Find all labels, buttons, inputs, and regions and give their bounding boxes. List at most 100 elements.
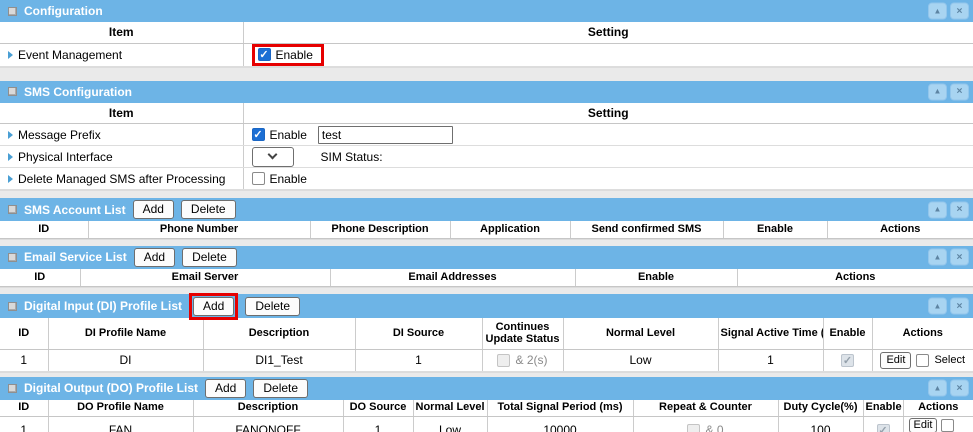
section-title-email-service-list: Email Service List [24,250,127,264]
continues-update-checkbox [497,354,510,367]
item-label-message-prefix: Message Prefix [18,128,101,142]
panel-window-icon [8,253,17,262]
column-header-id: ID [0,221,88,238]
do-total-signal-period-cell: 10000 [487,417,633,432]
section-gap [0,190,973,198]
panel-window-icon [8,87,17,96]
do-table-row: 1 FAN FANONOFF 1 Low 10000 & 0 100 Edit [0,417,973,432]
di-continues-update-cell: & 2(s) [482,349,563,371]
collapse-button[interactable]: ▲ [928,249,947,266]
column-header-setting: Setting [243,22,973,43]
section-gap [0,239,973,246]
email-service-delete-button[interactable]: Delete [182,248,237,267]
section-header-sms-configuration: SMS Configuration ▲ ✕ [0,81,973,103]
column-header-normal-level: Normal Level [413,400,487,417]
close-button[interactable]: ✕ [950,3,969,20]
close-button[interactable]: ✕ [950,249,969,266]
do-repeat-counter-cell: & 0 [633,417,778,432]
do-enable-checkbox [877,424,890,432]
do-normal-level-cell: Low [413,417,487,432]
column-header-repeat-counter: Repeat & Counter [633,400,778,417]
di-name-cell: DI [48,349,203,371]
do-enable-cell [863,417,903,432]
item-label-physical-interface: Physical Interface [18,150,113,164]
section-title-sms-configuration: SMS Configuration [24,85,132,99]
column-header-item: Item [0,22,243,43]
do-select-checkbox[interactable] [941,419,954,432]
item-label-event-management: Event Management [18,48,122,62]
column-header-enable: Enable [863,400,903,417]
close-button[interactable]: ✕ [950,201,969,218]
column-header-continues-update-status: Continues Update Status [482,318,563,349]
config-row-event-management: Event Management Enable [0,43,973,66]
column-header-id: ID [0,318,48,349]
column-header-duty-cycle: Duty Cycle(%) [778,400,863,417]
column-header-item: Item [0,103,243,124]
do-id-cell: 1 [0,417,48,432]
column-header-description: Description [203,318,355,349]
event-management-enable-checkbox[interactable] [258,48,271,61]
message-prefix-enable-checkbox[interactable] [252,128,265,141]
physical-interface-select[interactable] [252,147,294,167]
do-profile-delete-button[interactable]: Delete [253,379,308,398]
section-gap [0,67,973,81]
collapse-button[interactable]: ▲ [928,380,947,397]
email-service-list-panel: Email Service List Add Delete ▲ ✕ ID Ema… [0,246,973,288]
delete-managed-sms-enable-checkbox[interactable] [252,172,265,185]
di-profile-delete-button[interactable]: Delete [245,297,300,316]
collapse-button[interactable]: ▲ [928,83,947,100]
do-source-cell: 1 [343,417,413,432]
column-header-enable: Enable [823,318,872,349]
section-title-do-profile-list: Digital Output (DO) Profile List [24,381,198,395]
sms-account-delete-button[interactable]: Delete [181,200,236,219]
message-prefix-input[interactable] [318,126,453,144]
do-edit-button[interactable]: Edit [909,418,938,432]
section-header-email-service-list: Email Service List Add Delete ▲ ✕ [0,246,973,269]
section-title-sms-account-list: SMS Account List [24,203,126,217]
column-header-phone-description: Phone Description [310,221,450,238]
collapse-button[interactable]: ▲ [928,298,947,315]
close-button[interactable]: ✕ [950,380,969,397]
column-header-email-addresses: Email Addresses [330,269,575,287]
di-edit-button[interactable]: Edit [880,352,911,369]
close-button[interactable]: ✕ [950,298,969,315]
do-name-cell: FAN [48,417,193,432]
column-header-enable: Enable [575,269,737,287]
di-enable-checkbox [841,354,854,367]
do-actions-cell: Edit Select [903,417,973,432]
do-profile-add-button[interactable]: Add [205,379,246,398]
column-header-di-profile-name: DI Profile Name [48,318,203,349]
chevron-down-icon [268,150,278,160]
section-header-di-profile-list: Digital Input (DI) Profile List Add Dele… [0,294,973,318]
di-profile-add-button[interactable]: Add [193,297,234,316]
di-table-row: 1 DI DI1_Test 1 & 2(s) Low 1 Edit Select [0,349,973,371]
sms-configuration-panel: SMS Configuration ▲ ✕ Item Setting Messa… [0,81,973,191]
di-select-label: Select [934,354,965,366]
collapse-button[interactable]: ▲ [928,3,947,20]
column-header-normal-level: Normal Level [563,318,718,349]
item-arrow-icon [8,153,13,161]
column-header-do-profile-name: DO Profile Name [48,400,193,417]
red-highlight-box-add: Add [189,293,238,320]
section-header-do-profile-list: Digital Output (DO) Profile List Add Del… [0,377,973,400]
config-row-delete-managed-sms: Delete Managed SMS after Processing Enab… [0,168,973,190]
repeat-counter-checkbox [687,424,700,432]
sms-account-add-button[interactable]: Add [133,200,174,219]
column-header-setting: Setting [243,103,973,124]
email-service-add-button[interactable]: Add [134,248,175,267]
column-header-di-source: DI Source [355,318,482,349]
close-button[interactable]: ✕ [950,83,969,100]
do-description-cell: FANONOFF [193,417,343,432]
do-duty-cycle-cell: 100 [778,417,863,432]
column-header-actions: Actions [903,400,973,417]
di-select-checkbox[interactable] [916,354,929,367]
config-row-message-prefix: Message Prefix Enable [0,124,973,146]
di-description-cell: DI1_Test [203,349,355,371]
item-arrow-icon [8,51,13,59]
di-profile-list-panel: Digital Input (DI) Profile List Add Dele… [0,294,973,372]
column-header-signal-active-time: Signal Active Time (s) [718,318,823,349]
sim-status-label: SIM Status: [321,150,383,164]
collapse-button[interactable]: ▲ [928,201,947,218]
item-arrow-icon [8,131,13,139]
section-header-sms-account-list: SMS Account List Add Delete ▲ ✕ [0,198,973,221]
